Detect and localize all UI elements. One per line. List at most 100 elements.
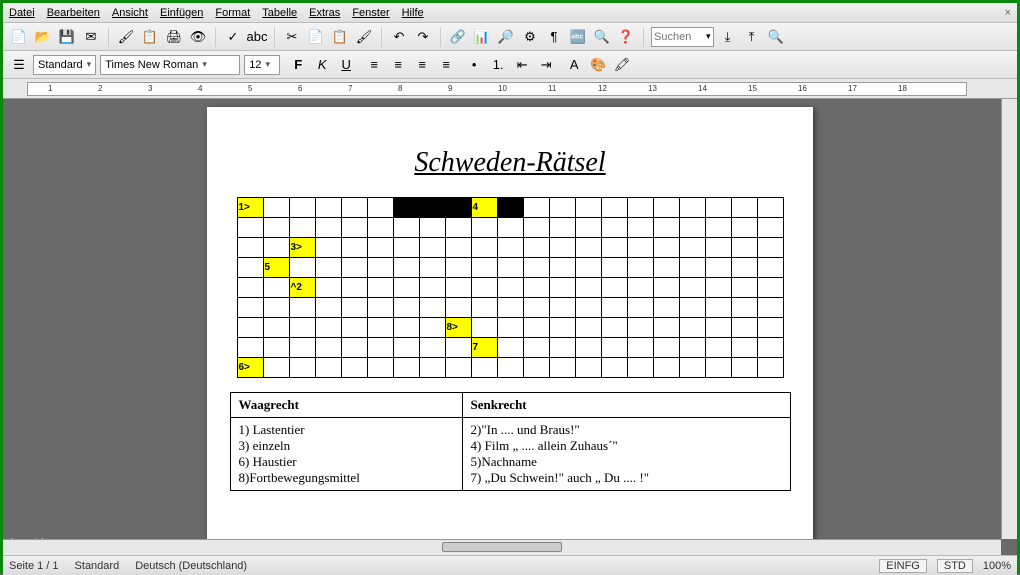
grid-cell[interactable] [523,278,549,298]
grid-cell[interactable] [705,318,731,338]
grid-cell[interactable] [549,318,575,338]
grid-cell[interactable] [315,258,341,278]
grid-cell[interactable] [445,358,471,378]
grid-cell[interactable] [705,238,731,258]
help-icon[interactable]: ❓ [616,27,636,47]
align-justify-icon[interactable]: ≡ [436,55,456,75]
grid-cell[interactable] [627,298,653,318]
grid-cell[interactable] [731,358,757,378]
grid-cell[interactable] [393,338,419,358]
grid-cell[interactable] [731,238,757,258]
grid-cell[interactable] [471,238,497,258]
bullets-icon[interactable]: • [464,55,484,75]
bold-button[interactable]: F [288,55,308,75]
grid-cell[interactable] [315,198,341,218]
search-opt-icon[interactable]: 🔍 [766,27,786,47]
grid-cell[interactable] [237,238,263,258]
grid-cell[interactable] [679,198,705,218]
table-icon[interactable]: 📊 [472,27,492,47]
grid-cell[interactable] [549,298,575,318]
grid-cell[interactable] [627,338,653,358]
grid-cell[interactable] [289,258,315,278]
grid-cell[interactable] [549,278,575,298]
grid-cell[interactable] [393,218,419,238]
grid-cell[interactable] [419,318,445,338]
copy-icon[interactable]: 📄 [306,27,326,47]
grid-cell[interactable] [393,318,419,338]
align-right-icon[interactable]: ≡ [412,55,432,75]
grid-cell[interactable] [341,358,367,378]
grid-cell[interactable]: 4 [471,198,497,218]
grid-cell[interactable] [471,318,497,338]
grid-cell[interactable] [367,218,393,238]
grid-cell[interactable] [237,318,263,338]
grid-cell[interactable] [315,298,341,318]
grid-cell[interactable] [497,298,523,318]
grid-cell[interactable] [523,298,549,318]
grid-cell[interactable] [523,338,549,358]
size-combo[interactable]: 12▾ [244,55,280,75]
grid-cell[interactable] [575,238,601,258]
grid-cell[interactable] [419,198,445,218]
grid-cell[interactable] [237,338,263,358]
grid-cell[interactable] [445,258,471,278]
search-box[interactable]: ▾ [651,27,714,47]
grid-cell[interactable] [653,218,679,238]
grid-cell[interactable] [315,338,341,358]
grid-cell[interactable] [731,218,757,238]
grid-cell[interactable] [419,218,445,238]
grid-cell[interactable] [731,258,757,278]
grid-cell[interactable] [575,358,601,378]
grid-cell[interactable] [237,218,263,238]
grid-cell[interactable] [601,198,627,218]
align-center-icon[interactable]: ≡ [388,55,408,75]
grid-cell[interactable] [471,258,497,278]
grid-cell[interactable] [471,298,497,318]
grid-cell[interactable] [627,278,653,298]
print-icon[interactable]: 🖨 [164,27,184,47]
grid-cell[interactable] [289,318,315,338]
grid-cell[interactable] [757,338,783,358]
font-combo[interactable]: Times New Roman▾ [100,55,240,75]
grid-cell[interactable]: 8> [445,318,471,338]
nonprint-icon[interactable]: ¶ [544,27,564,47]
grid-cell[interactable] [341,258,367,278]
grid-cell[interactable] [341,338,367,358]
grid-cell[interactable] [315,218,341,238]
grid-cell[interactable] [289,338,315,358]
numbers-icon[interactable]: 1. [488,55,508,75]
grid-cell[interactable] [445,238,471,258]
cut-icon[interactable]: ✂ [282,27,302,47]
grid-cell[interactable] [757,298,783,318]
grid-cell[interactable] [679,278,705,298]
grid-cell[interactable] [393,238,419,258]
search-prev-icon[interactable]: ⤒ [742,27,762,47]
vertical-scrollbar[interactable] [1001,99,1017,539]
menu-fenster[interactable]: Fenster [352,7,389,19]
grid-cell[interactable] [471,278,497,298]
grid-cell[interactable] [653,198,679,218]
close-icon[interactable]: × [1005,7,1011,19]
grid-cell[interactable] [497,238,523,258]
grid-cell[interactable] [575,338,601,358]
grid-cell[interactable] [549,258,575,278]
grid-cell[interactable] [679,298,705,318]
grid-cell[interactable] [445,338,471,358]
grid-cell[interactable] [263,278,289,298]
grid-cell[interactable]: ^2 [289,278,315,298]
grid-cell[interactable] [315,318,341,338]
save-icon[interactable]: 💾 [57,27,77,47]
grid-cell[interactable] [601,278,627,298]
horizontal-ruler[interactable]: 123456789101112131415161718 [27,82,967,96]
grid-cell[interactable] [653,258,679,278]
grid-cell[interactable] [757,358,783,378]
menu-format[interactable]: Format [215,7,250,19]
grid-cell[interactable] [445,198,471,218]
grid-cell[interactable] [445,298,471,318]
abc-icon[interactable]: abc [247,27,267,47]
grid-cell[interactable] [627,318,653,338]
find-icon[interactable]: 🔎 [496,27,516,47]
grid-cell[interactable] [575,278,601,298]
grid-cell[interactable] [445,278,471,298]
grid-cell[interactable] [445,218,471,238]
